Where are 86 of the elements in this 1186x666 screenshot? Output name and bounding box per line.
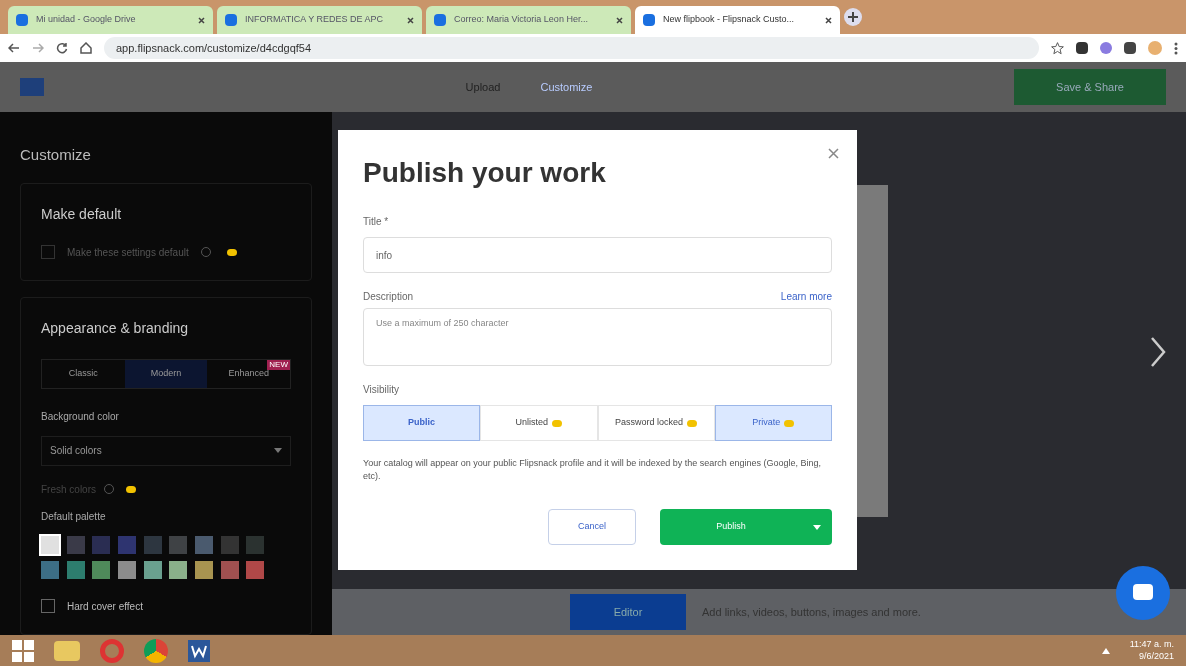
visibility-note: Your catalog will appear on your public Flipsnack profile and it will be indexed by the search engines (Google, Bing, etc). [363, 457, 822, 483]
word-icon[interactable] [188, 639, 210, 662]
new-badge: NEW [267, 359, 290, 370]
close-icon[interactable] [198, 16, 205, 24]
star-icon[interactable] [1051, 41, 1064, 55]
windows-start-icon[interactable] [12, 639, 34, 662]
style-tab[interactable]: Classic [42, 359, 125, 388]
visibility-option[interactable]: Private [714, 405, 832, 441]
style-tab[interactable]: Modern [124, 359, 208, 388]
tab-favicon-icon [643, 14, 655, 26]
color-swatch[interactable] [118, 560, 136, 579]
tab-favicon-icon [16, 14, 28, 26]
chat-icon [1132, 583, 1154, 603]
color-swatch[interactable] [143, 535, 162, 554]
caret-icon[interactable] [274, 448, 282, 453]
dropdown-value: Solid colors [50, 444, 102, 458]
dialog-title: Publish your work [363, 156, 607, 190]
back-icon[interactable] [8, 43, 20, 53]
visibility-option[interactable]: Public [363, 405, 481, 441]
sidebar-title: Customize [20, 145, 92, 165]
title-input[interactable]: info [363, 237, 832, 273]
browser-tab[interactable]: Mi unidad - Google Drive [8, 6, 213, 34]
color-swatch[interactable] [169, 560, 188, 579]
color-swatch[interactable] [246, 535, 265, 554]
forward-icon[interactable] [32, 43, 44, 53]
color-swatch[interactable] [169, 535, 188, 554]
browser-tab[interactable]: Correo: Maria Victoria Leon Her... [426, 6, 631, 34]
avatar-icon[interactable] [1148, 41, 1162, 55]
close-icon[interactable] [407, 16, 414, 24]
close-icon[interactable] [825, 16, 832, 24]
color-swatch[interactable] [195, 535, 213, 554]
field-label: Title * [363, 215, 390, 229]
color-swatch[interactable] [118, 535, 136, 554]
color-swatch[interactable] [41, 560, 59, 579]
menu-icon[interactable] [1174, 41, 1178, 55]
browser-tab[interactable]: New flipbook - Flipsnack Custo... [635, 6, 840, 34]
chat-button[interactable] [1116, 566, 1170, 620]
visibility-option[interactable]: Unlisted [480, 405, 598, 441]
field-label: Background color [41, 409, 120, 424]
color-swatch[interactable] [195, 560, 213, 579]
browser-tab[interactable]: INFORMATICA Y REDES DE APC [217, 6, 422, 34]
visibility-option[interactable]: Password locked [597, 405, 715, 441]
checkbox[interactable] [41, 245, 55, 259]
color-swatch[interactable] [92, 560, 111, 579]
cancel-button[interactable]: Cancel [548, 509, 636, 545]
color-swatch[interactable] [220, 560, 239, 579]
color-swatch[interactable] [92, 535, 111, 554]
color-swatch[interactable] [220, 535, 239, 554]
background-dropdown[interactable]: Solid colors [41, 435, 291, 466]
tray-arrow-icon[interactable] [1101, 647, 1110, 654]
tab-title: New flipbook - Flipsnack Custo... [663, 13, 796, 27]
reload-icon[interactable] [56, 42, 68, 54]
color-swatch[interactable] [143, 560, 162, 579]
style-tab[interactable]: Enhanced NEW [207, 359, 290, 388]
section-heading: Appearance & branding [41, 318, 190, 338]
close-icon[interactable] [616, 16, 623, 24]
caret-icon[interactable] [813, 524, 821, 530]
section-heading: Make default [41, 204, 123, 224]
tab-title: Mi unidad - Google Drive [36, 13, 137, 27]
home-icon[interactable] [80, 42, 92, 54]
tab-favicon-icon [434, 14, 446, 26]
tab-favicon-icon [225, 14, 237, 26]
tab-title: INFORMATICA Y REDES DE APC [245, 13, 385, 27]
checkbox-label: Make these settings default [67, 245, 189, 260]
field-label: Visibility [363, 383, 400, 397]
nav-link[interactable]: Customize [540, 78, 593, 96]
plus-icon [848, 12, 858, 22]
new-tab-button[interactable] [844, 8, 862, 26]
clock-date: 9/6/2021 [1138, 650, 1174, 662]
tab-title: Correo: Maria Victoria Leon Her... [454, 13, 589, 27]
color-swatch[interactable] [41, 535, 59, 554]
learn-more-link[interactable]: Learn more [780, 289, 832, 304]
field-label: Description [363, 290, 414, 304]
checkbox-label: Hard cover effect [67, 599, 143, 614]
description-field[interactable]: Use a maximum of 250 character [363, 308, 832, 366]
color-swatch[interactable] [66, 535, 85, 554]
field-label: Default palette [41, 509, 107, 524]
color-swatch[interactable] [246, 560, 265, 579]
editor-button[interactable]: Editor [570, 594, 686, 630]
checkbox[interactable] [41, 599, 55, 613]
address-bar[interactable]: app.flipsnack.com/customize/d4cdgqf54 [104, 37, 1039, 59]
save-share-button[interactable]: Save & Share [1014, 69, 1166, 105]
clock-time: 11:47 a. m. [1129, 639, 1174, 651]
browser-icon[interactable] [144, 638, 168, 663]
extension-icon[interactable] [1076, 42, 1088, 54]
color-swatch[interactable] [66, 560, 85, 579]
